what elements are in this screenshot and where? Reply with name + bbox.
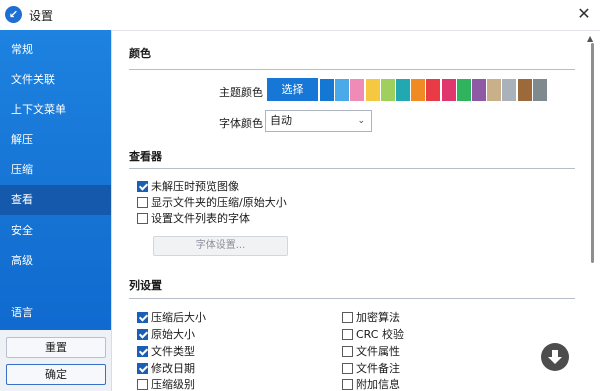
title-bar: ↙ 设置 ✕ [0,0,600,30]
option-show-folder-size[interactable]: 显示文件夹的压缩/原始大小 [137,195,287,210]
sidebar-item-security[interactable]: 安全 [0,216,111,246]
section-title-color: 颜色 [129,47,151,60]
sidebar-item-file-association[interactable]: 文件关联 [0,65,111,95]
font-settings-button[interactable]: 字体设置... [153,236,288,256]
column-encryption[interactable]: 加密算法 [342,310,400,325]
font-color-value: 自动 [270,114,292,127]
checkbox[interactable] [137,363,148,374]
section-title-viewer: 查看器 [129,150,162,163]
color-swatch[interactable] [411,79,426,101]
column-file-type[interactable]: 文件类型 [137,344,195,359]
color-swatch[interactable] [502,79,517,101]
color-swatch[interactable] [335,79,350,101]
checkbox[interactable] [137,329,148,340]
sidebar-item-general[interactable]: 常规 [0,35,111,65]
color-swatch[interactable] [487,79,502,101]
sidebar-item-language[interactable]: 语言 [0,298,111,328]
option-preview-images[interactable]: 未解压时预览图像 [137,179,239,194]
sidebar-item-extract[interactable]: 解压 [0,125,111,155]
section-title-columns: 列设置 [129,279,162,292]
close-icon: ✕ [577,4,591,23]
close-button[interactable]: ✕ [572,3,596,25]
checkbox[interactable] [137,181,148,192]
option-set-list-font[interactable]: 设置文件列表的字体 [137,211,250,226]
scroll-thumb[interactable] [591,43,594,263]
color-swatch[interactable] [380,79,395,101]
sidebar: 常规 文件关联 上下文菜单 解压 压缩 查看 安全 高级 语言 [0,30,111,330]
color-swatch[interactable] [456,79,471,101]
arrow-down-icon [548,350,562,364]
scroll-down-button[interactable] [541,343,569,371]
checkbox[interactable] [342,312,353,323]
color-swatch[interactable] [396,79,410,101]
checkbox[interactable] [137,379,148,390]
ok-button[interactable]: 确定 [6,364,106,385]
sidebar-item-context-menu[interactable]: 上下文菜单 [0,95,111,125]
column-crc[interactable]: CRC 校验 [342,327,404,342]
sidebar-item-view[interactable]: 查看 [0,185,111,215]
checkbox[interactable] [137,312,148,323]
color-swatch[interactable] [517,79,532,101]
checkbox[interactable] [137,346,148,357]
section-divider [129,298,575,299]
checkbox[interactable] [137,197,148,208]
color-swatch[interactable] [472,79,486,101]
settings-content: 颜色 主题颜色 选择 字体颜色 自动 ⌄ 查看器 未解压时预览图像 显示文件夹的… [111,30,600,391]
color-swatch[interactable] [426,79,441,101]
section-divider [129,69,575,70]
sidebar-item-compress[interactable]: 压缩 [0,155,111,185]
checkbox[interactable] [342,329,353,340]
chevron-down-icon: ⌄ [357,116,365,126]
vertical-scrollbar[interactable]: ▲ [585,31,600,391]
scroll-up-icon[interactable]: ▲ [587,34,593,43]
color-swatch[interactable] [532,79,547,101]
color-swatch[interactable] [365,79,380,101]
column-extra-info[interactable]: 附加信息 [342,377,400,390]
checkbox[interactable] [342,379,353,390]
sidebar-footer: 重置 确定 [0,330,111,391]
font-color-select[interactable]: 自动 ⌄ [265,110,372,132]
checkbox[interactable] [137,213,148,224]
column-modified-date[interactable]: 修改日期 [137,361,195,376]
checkbox[interactable] [342,346,353,357]
app-icon: ↙ [5,6,22,23]
checkbox[interactable] [342,363,353,374]
section-divider [129,168,575,169]
column-compression-level[interactable]: 压缩级别 [137,377,195,390]
font-color-label: 字体颜色 [219,117,263,130]
color-swatch[interactable] [320,79,334,101]
sidebar-item-advanced[interactable]: 高级 [0,246,111,276]
column-attributes[interactable]: 文件属性 [342,344,400,359]
pick-color-button[interactable]: 选择 [267,78,318,101]
column-original-size[interactable]: 原始大小 [137,327,195,342]
window-title: 设置 [29,9,54,23]
color-swatch[interactable] [441,79,456,101]
column-comment[interactable]: 文件备注 [342,361,400,376]
column-compressed-size[interactable]: 压缩后大小 [137,310,206,325]
color-swatch[interactable] [350,79,365,101]
theme-color-label: 主题颜色 [219,86,263,99]
reset-button[interactable]: 重置 [6,337,106,358]
